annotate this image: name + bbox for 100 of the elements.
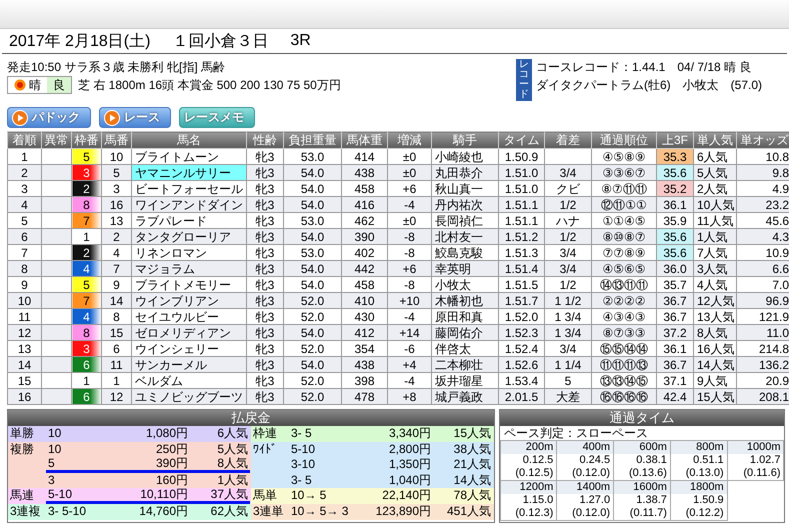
split-distance: 1800m — [670, 480, 727, 494]
split-distance: 400m — [557, 440, 614, 454]
video-button[interactable]: レース — [99, 107, 171, 128]
bet-combination: 5-10 — [290, 442, 316, 458]
split-distance: 1600m — [614, 480, 670, 494]
column-header: 増減 — [388, 132, 432, 148]
video-button[interactable]: パドック — [7, 107, 91, 128]
panel-title: 払戻金 — [8, 410, 494, 426]
payout-amount: 1,080円 — [144, 426, 189, 442]
horse-name: ユミノビッグブーツ — [132, 388, 246, 404]
frame-number: 7 — [72, 212, 102, 228]
frame-number: 5 — [72, 276, 102, 292]
table-cell: 35.6 — [656, 244, 694, 260]
column-header: タイム — [498, 132, 544, 148]
column-header: 異常 — [42, 132, 72, 148]
sun-icon — [14, 79, 26, 91]
table-cell: 52.0 — [284, 388, 342, 404]
table-cell: 35.6 — [656, 164, 694, 180]
payout-amount: 14,760円 — [138, 504, 189, 520]
payout-popularity: 78人気 — [452, 488, 492, 504]
payout-amount: 250円 — [154, 442, 189, 458]
table-cell: ⑯⑯⑯⑯ — [592, 388, 656, 404]
table-cell: 42.4 — [656, 388, 694, 404]
pace-judgement: ペース判定：スローペース — [503, 426, 649, 440]
column-header: 上3F — [656, 132, 694, 148]
horse-name: ヤマニンルサリー — [132, 164, 246, 180]
play-icon — [12, 110, 28, 126]
payout-amount: 1,040円 — [388, 472, 432, 488]
payout-amount: 123,890円 — [374, 504, 432, 520]
split-time: 1.38.7 — [614, 494, 670, 506]
column-header: 単オッズ — [736, 132, 789, 148]
bet-type: ﾜｲﾄﾞ — [252, 442, 278, 458]
payout-amount: 3,340円 — [388, 426, 432, 442]
course-details: 芝 右 1800m 16頭 本賞金 500 200 130 75 50万円 — [78, 76, 341, 94]
payout-popularity: 5人気 — [216, 442, 249, 458]
table-cell: 牝3 — [246, 388, 284, 404]
split-distance: 200m — [500, 440, 556, 454]
bet-type: 枠連 — [252, 426, 278, 442]
split-time: 1.02.7 — [728, 454, 784, 466]
payout-popularity: 62人気 — [210, 504, 249, 520]
play-icon — [104, 110, 120, 126]
frame-number: 1 — [72, 372, 102, 388]
bet-combination: 3- 5-10 — [47, 504, 88, 520]
bet-type: 馬連 — [9, 488, 35, 504]
column-header: 性齢 — [246, 132, 284, 148]
frame-number: 1 — [72, 228, 102, 244]
split-distance: 1000m — [728, 440, 784, 454]
split-time: 0.51.1 — [670, 454, 727, 466]
column-header: 着順 — [8, 132, 42, 148]
split-distance: 800m — [670, 440, 727, 454]
payout-popularity: 15人気 — [452, 426, 492, 442]
bet-combination: 10→ 5 — [290, 488, 328, 504]
bet-combination: 10 — [47, 442, 62, 458]
table-cell: 35.3 — [656, 148, 694, 164]
bet-combination: 3- 5 — [290, 426, 313, 442]
payout-amount: 160円 — [154, 472, 189, 488]
payout-amount: 22,140円 — [381, 488, 432, 504]
split-time: 0.38.1 — [614, 454, 670, 466]
table-cell: 35.6 — [656, 228, 694, 244]
frame-number: 3 — [72, 340, 102, 356]
payout-popularity: 38人気 — [452, 442, 492, 458]
bet-type: 単勝 — [9, 426, 35, 442]
bet-type: 3連単 — [252, 504, 285, 520]
bet-type: 複勝 — [9, 442, 35, 458]
column-header: 馬番 — [102, 132, 132, 148]
frame-number: 8 — [72, 196, 102, 212]
column-header: 馬体重 — [342, 132, 388, 148]
frame-number: 2 — [72, 180, 102, 196]
table-cell: 2.01.5 — [498, 388, 544, 404]
table-cell: 478 — [342, 388, 388, 404]
memo-button[interactable]: レースメモ — [179, 107, 255, 128]
table-cell: 12 — [102, 388, 132, 404]
frame-number: 7 — [72, 292, 102, 308]
split-time: 0.24.5 — [557, 454, 614, 466]
split-time: 1.27.0 — [557, 494, 614, 506]
bet-type: 馬単 — [252, 488, 278, 504]
payout-amount: 2,800円 — [388, 442, 432, 458]
race-date: 2017年 2月18日(土) — [9, 32, 150, 52]
column-header: 枠番 — [72, 132, 102, 148]
frame-number: 5 — [72, 148, 102, 164]
record-badge: レコード — [516, 59, 532, 101]
column-header: 通過順位 — [592, 132, 656, 148]
split-distance: 600m — [614, 440, 670, 454]
frame-number: 6 — [72, 388, 102, 404]
frame-number: 6 — [72, 356, 102, 372]
table-cell: 大差 — [544, 388, 592, 404]
panel-title: 通過タイム — [500, 410, 784, 426]
table-cell: 15人気 — [694, 388, 736, 404]
jockey-name: 城戸義政 — [432, 388, 498, 404]
split-time: 0.12.5 — [500, 454, 556, 466]
frame-number: 3 — [72, 164, 102, 180]
payout-popularity: 1人気 — [216, 472, 249, 488]
frame-number: 8 — [72, 324, 102, 340]
race-conditions: 発走10:50 サラ系３歳 未勝利 牝[指] 馬齢 — [7, 58, 226, 76]
column-header: 負担重量 — [284, 132, 342, 148]
column-header: 単人気 — [694, 132, 736, 148]
frame-number: 2 — [72, 244, 102, 260]
payout-popularity: 21人気 — [452, 457, 492, 473]
split-time: 1.50.9 — [670, 494, 727, 506]
column-header: 騎手 — [432, 132, 498, 148]
